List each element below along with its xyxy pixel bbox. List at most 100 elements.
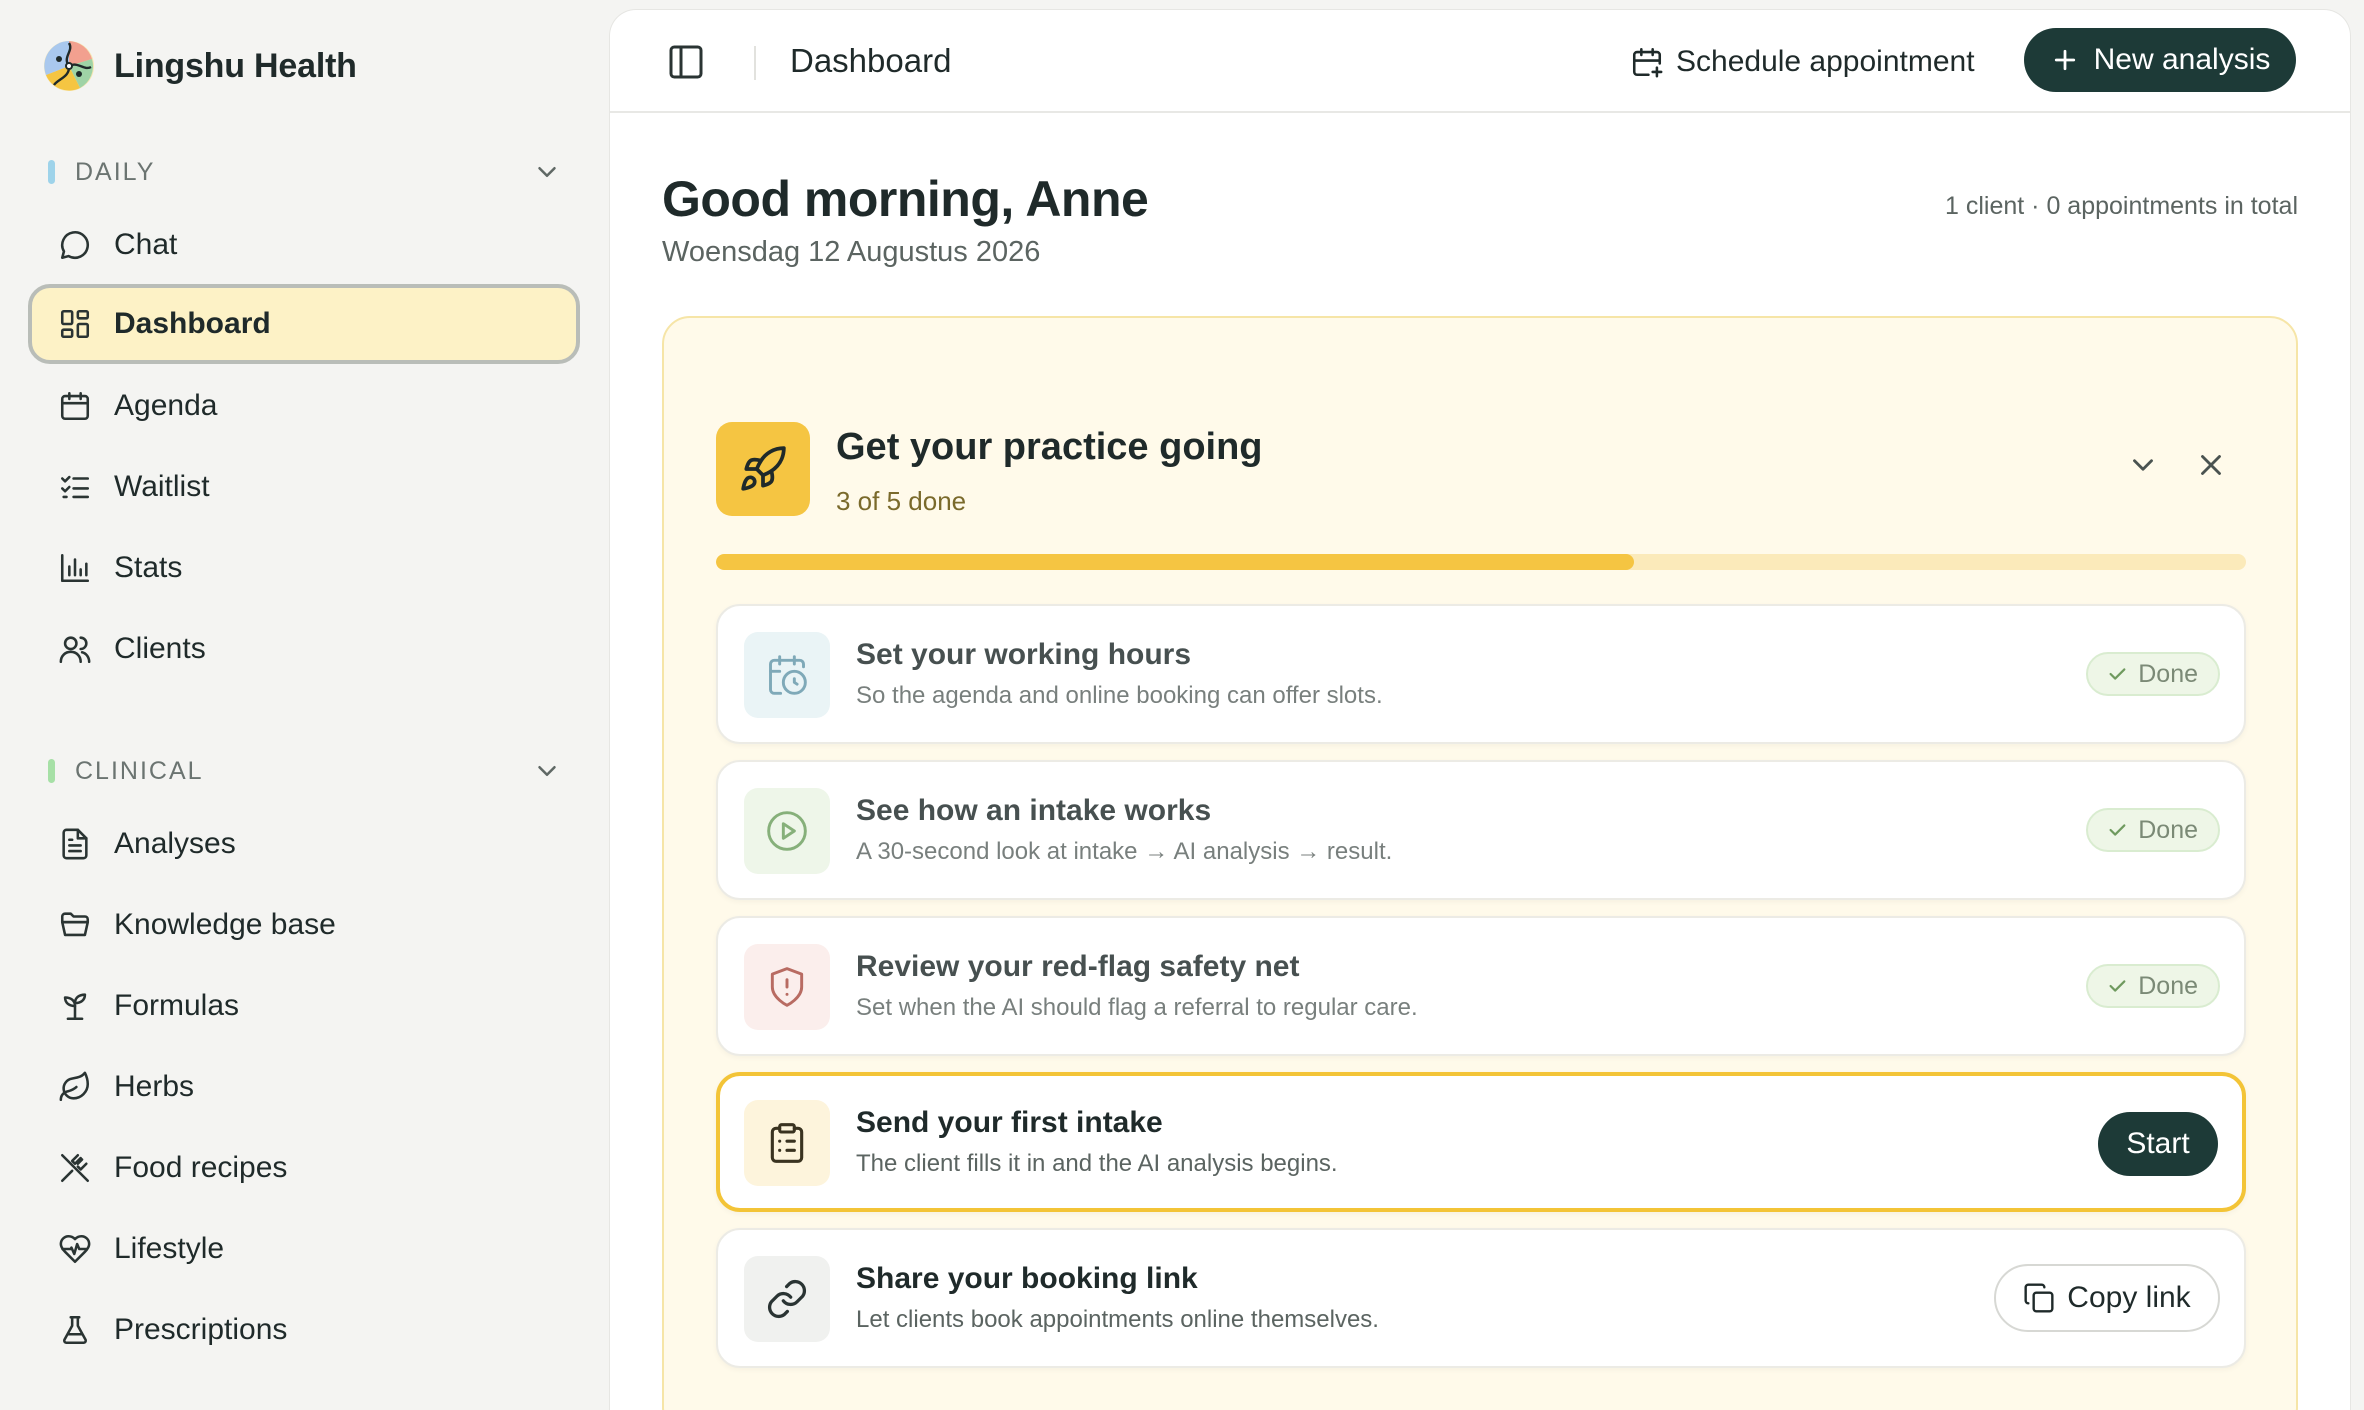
check-icon (2109, 980, 2126, 992)
sidebar-item-label: Clients (114, 632, 206, 665)
calendar-clock-icon (769, 655, 807, 695)
checklist-icon (60, 475, 90, 499)
sidebar-item-label: Formulas (114, 989, 240, 1022)
chevron-down-icon[interactable] (2126, 448, 2160, 482)
chevron-down-icon[interactable] (532, 756, 562, 786)
start-button[interactable]: Start (2098, 1112, 2218, 1176)
onboarding-card: Get your practice going 3 of 5 done Set … (662, 316, 2298, 1410)
sidebar-item-label: Agenda (114, 389, 218, 422)
heart-pulse-icon (59, 1234, 91, 1264)
sidebar-item-waitlist[interactable]: Waitlist (28, 447, 580, 527)
task-icon-tile (744, 1100, 830, 1186)
section-daily-label: DAILY (75, 157, 156, 186)
dashboard-grid-icon (60, 309, 90, 339)
task-intake-demo[interactable]: See how an intake works A 30-second look… (716, 760, 2246, 900)
task-title: Review your red-flag safety net (856, 950, 1300, 983)
leaf-icon (59, 1071, 90, 1102)
sidebar-item-knowledge-base[interactable]: Knowledge base (28, 885, 580, 965)
sidebar-item-lifestyle[interactable]: Lifestyle (28, 1209, 580, 1289)
calendar-icon (60, 391, 90, 421)
done-badge-label: Done (2138, 971, 2198, 1000)
done-badge: Done (2086, 652, 2220, 696)
play-circle-icon (767, 811, 807, 851)
sidebar-item-label: Waitlist (114, 470, 210, 503)
sidebar-item-label: Analyses (114, 827, 236, 860)
sidebar-item-clients[interactable]: Clients (28, 609, 580, 689)
onboarding-title: Get your practice going (836, 426, 1263, 468)
main-panel: Dashboard Schedule appointment New analy… (610, 10, 2350, 1410)
bar-chart-icon (60, 553, 90, 583)
topbar: Dashboard Schedule appointment New analy… (610, 10, 2350, 113)
sidebar-item-formulas[interactable]: Formulas (28, 966, 580, 1046)
sidebar-item-label: Herbs (114, 1070, 195, 1103)
task-subtitle: Let clients book appointments online the… (856, 1306, 1379, 1333)
task-red-flag-safety[interactable]: Review your red-flag safety net Set when… (716, 916, 2246, 1056)
copy-icon (2024, 1283, 2054, 1313)
task-icon-tile (744, 1256, 830, 1342)
flask-icon (62, 1315, 88, 1345)
sidebar-item-label: Food recipes (114, 1151, 288, 1184)
sidebar-item-label: Stats (114, 551, 183, 584)
new-analysis-button[interactable]: New analysis (2024, 28, 2296, 92)
check-icon (2109, 668, 2126, 680)
schedule-appointment-label: Schedule appointment (1676, 45, 1975, 78)
section-clinical-label: CLINICAL (75, 756, 204, 785)
schedule-appointment-button[interactable]: Schedule appointment (1630, 36, 1975, 88)
sidebar-item-food-recipes[interactable]: Food recipes (28, 1128, 580, 1208)
done-badge: Done (2086, 808, 2220, 852)
rocket-icon (741, 446, 786, 491)
sidebar-item-label: Dashboard (114, 307, 271, 340)
folder-icon (60, 912, 90, 937)
task-title: Set your working hours (856, 638, 1192, 671)
task-working-hours[interactable]: Set your working hours So the agenda and… (716, 604, 2246, 744)
section-clinical-header[interactable]: CLINICAL (48, 751, 568, 791)
sidebar-item-agenda[interactable]: Agenda (28, 366, 580, 446)
section-daily-header[interactable]: DAILY (48, 152, 568, 192)
link-icon (768, 1280, 806, 1318)
totals-summary: 1 client · 0 appointments in total (1945, 192, 2298, 220)
copy-link-button[interactable]: Copy link (1994, 1264, 2220, 1332)
sidebar-toggle-icon[interactable] (666, 42, 706, 82)
sidebar-item-label: Chat (114, 228, 178, 261)
close-icon[interactable] (2194, 448, 2228, 482)
task-title: See how an intake works (856, 794, 1212, 827)
check-icon (2109, 824, 2126, 836)
sidebar-item-dashboard[interactable]: Dashboard (28, 284, 580, 364)
onboarding-progress-fill (716, 554, 1634, 570)
sidebar-item-herbs[interactable]: Herbs (28, 1047, 580, 1127)
plus-icon (2054, 49, 2075, 71)
shield-alert-icon (770, 967, 804, 1007)
greeting-date: Woensdag 12 Augustus 2026 (662, 236, 1041, 268)
section-daily-accent (48, 160, 55, 184)
task-subtitle: A 30-second look at intake → AI analysis… (856, 838, 1393, 865)
greeting-title: Good morning, Anne (662, 171, 1149, 227)
new-analysis-label: New analysis (2093, 43, 2271, 76)
sidebar: Lingshu Health DAILY Chat Dashboard Agen… (0, 0, 608, 1410)
task-icon-tile (744, 632, 830, 718)
onboarding-progress-bar (716, 554, 2246, 570)
task-title: Send your first intake (856, 1106, 1163, 1139)
topbar-divider (754, 46, 756, 80)
sidebar-item-label: Knowledge base (114, 908, 336, 941)
page-title: Dashboard (790, 42, 952, 79)
sidebar-item-chat[interactable]: Chat (28, 205, 580, 285)
document-icon (62, 828, 88, 860)
onboarding-progress-text: 3 of 5 done (836, 486, 967, 516)
rocket-tile (716, 422, 810, 516)
chat-bubble-icon (60, 230, 90, 260)
brand[interactable]: Lingshu Health (42, 38, 357, 94)
task-booking-link[interactable]: Share your booking link Let clients book… (716, 1228, 2246, 1368)
task-subtitle: So the agenda and online booking can off… (856, 682, 1383, 709)
task-first-intake[interactable]: Send your first intake The client fills … (716, 1072, 2246, 1212)
sidebar-item-analyses[interactable]: Analyses (28, 804, 580, 884)
users-icon (59, 636, 91, 664)
clipboard-list-icon (770, 1123, 804, 1163)
task-subtitle: Set when the AI should flag a referral t… (856, 994, 1418, 1021)
task-icon-tile (744, 788, 830, 874)
section-clinical-accent (48, 759, 55, 783)
brand-name: Lingshu Health (114, 46, 357, 85)
sidebar-item-prescriptions[interactable]: Prescriptions (28, 1290, 580, 1370)
task-icon-tile (744, 944, 830, 1030)
sidebar-item-stats[interactable]: Stats (28, 528, 580, 608)
chevron-down-icon[interactable] (532, 157, 562, 187)
